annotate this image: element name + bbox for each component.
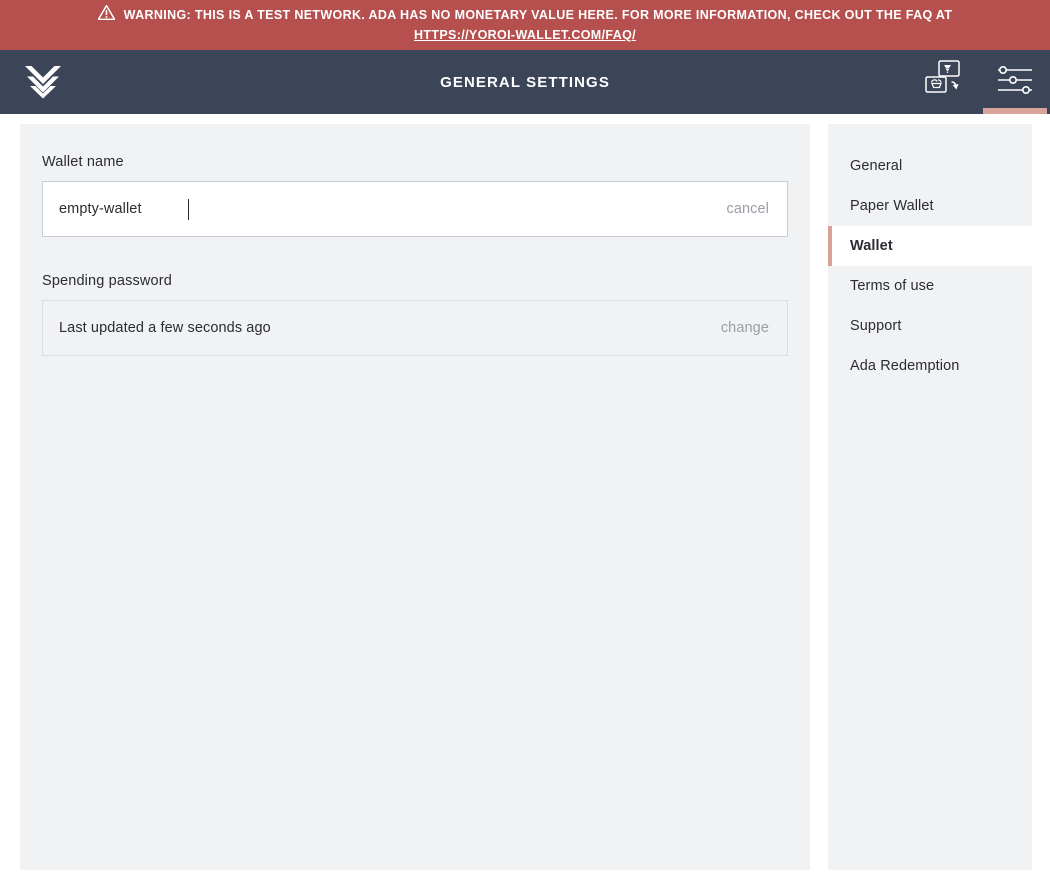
- menu-item-support[interactable]: Support: [828, 306, 1032, 346]
- spending-password-status: Last updated a few seconds ago: [59, 320, 271, 336]
- wallet-settings-panel: Wallet name cancel Spending password Las…: [20, 124, 810, 870]
- wallet-switch-icon: [922, 59, 968, 106]
- text-caret: [188, 199, 189, 220]
- warning-message-text: WARNING: THIS IS A TEST NETWORK. ADA HAS…: [123, 8, 953, 22]
- wallet-name-label: Wallet name: [42, 154, 124, 170]
- menu-item-terms-of-use[interactable]: Terms of use: [828, 266, 1032, 306]
- spending-password-label: Spending password: [42, 273, 172, 289]
- test-network-warning-banner: WARNING: THIS IS A TEST NETWORK. ADA HAS…: [0, 0, 1050, 50]
- wallet-switch-button[interactable]: [910, 50, 980, 114]
- navbar-actions: [910, 50, 1050, 114]
- settings-menu: General Paper Wallet Wallet Terms of use…: [828, 124, 1032, 870]
- yoroi-logo[interactable]: [0, 50, 86, 114]
- menu-item-paper-wallet[interactable]: Paper Wallet: [828, 186, 1032, 226]
- page-title: GENERAL SETTINGS: [440, 73, 610, 91]
- settings-sliders-icon: [995, 64, 1035, 101]
- warning-message-row: WARNING: THIS IS A TEST NETWORK. ADA HAS…: [97, 4, 953, 25]
- menu-item-ada-redemption[interactable]: Ada Redemption: [828, 346, 1032, 386]
- wallet-name-field[interactable]: cancel: [42, 181, 788, 237]
- page-body: Wallet name cancel Spending password Las…: [0, 114, 1050, 888]
- settings-button[interactable]: [980, 50, 1050, 114]
- faq-link[interactable]: HTTPS://YOROI-WALLET.COM/FAQ/: [414, 25, 636, 45]
- menu-item-general[interactable]: General: [828, 146, 1032, 186]
- menu-item-wallet[interactable]: Wallet: [828, 226, 1032, 266]
- wallet-name-cancel-button[interactable]: cancel: [726, 201, 769, 217]
- spending-password-field[interactable]: Last updated a few seconds ago change: [42, 300, 788, 356]
- warning-triangle-icon: [97, 4, 116, 25]
- top-navbar: GENERAL SETTINGS: [0, 50, 1050, 114]
- spending-password-change-button[interactable]: change: [721, 320, 769, 336]
- wallet-name-input[interactable]: [59, 201, 727, 217]
